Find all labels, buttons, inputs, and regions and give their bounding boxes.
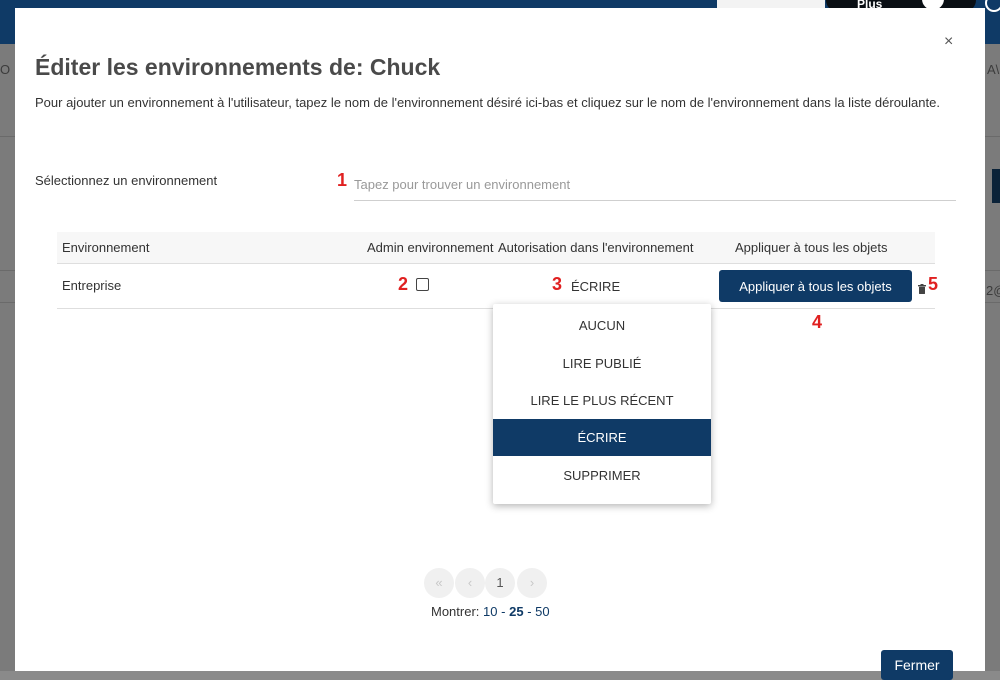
edit-environments-modal: × Éditer les environnements de: Chuck Po…	[15, 8, 985, 680]
background-text-fragment: A\	[987, 62, 1000, 77]
page-size-50[interactable]: 50	[535, 604, 549, 619]
annotation-marker-2: 2	[398, 274, 409, 294]
previous-page-button[interactable]: ‹	[455, 568, 485, 598]
close-icon[interactable]: ×	[944, 33, 953, 51]
permission-select[interactable]: ÉCRIRE	[571, 279, 620, 294]
page-size-separator: -	[501, 604, 506, 619]
page-size-25[interactable]: 25	[509, 604, 523, 619]
apply-to-all-objects-button[interactable]: Appliquer à tous les objets	[719, 270, 912, 302]
trash-icon[interactable]	[918, 281, 926, 299]
modal-description: Pour ajouter un environnement à l'utilis…	[35, 95, 940, 110]
annotation-marker-1: 1	[337, 170, 348, 190]
background-text-fragment: O	[0, 62, 11, 77]
background-text-fragment: 2@	[986, 283, 1000, 298]
environments-table-header: Environnement Admin environnement Autori…	[57, 232, 935, 264]
environment-search-input[interactable]	[354, 168, 956, 201]
dropdown-option-supprimer[interactable]: SUPPRIMER	[493, 457, 711, 494]
column-header-environment: Environnement	[62, 240, 150, 255]
first-page-button[interactable]: «	[424, 568, 454, 598]
dropdown-option-lire-plus-recent[interactable]: LIRE LE PLUS RÉCENT	[493, 382, 711, 419]
next-page-button[interactable]: ›	[517, 568, 547, 598]
page-size-selector: Montrer: 10 - 25 - 50	[431, 604, 550, 619]
column-header-permission: Autorisation dans l'environnement	[498, 240, 694, 255]
page-size-separator: -	[527, 604, 532, 619]
annotation-marker-4: 4	[812, 312, 823, 332]
select-environment-label: Sélectionnez un environnement	[35, 173, 218, 188]
dropdown-option-lire-publie[interactable]: LIRE PUBLIÉ	[493, 345, 711, 382]
close-button[interactable]: Fermer	[881, 650, 953, 680]
annotation-marker-5: 5	[928, 274, 939, 294]
modal-title: Éditer les environnements de: Chuck	[35, 54, 441, 80]
dropdown-option-aucun[interactable]: AUCUN	[493, 307, 711, 344]
page-size-10[interactable]: 10	[483, 604, 497, 619]
annotation-marker-3: 3	[552, 274, 563, 294]
background-button	[992, 169, 1000, 203]
permission-dropdown-menu: AUCUN LIRE PUBLIÉ LIRE LE PLUS RÉCENT ÉC…	[493, 304, 711, 504]
environment-name: Entreprise	[62, 278, 122, 293]
dropdown-option-ecrire[interactable]: ÉCRIRE	[493, 419, 711, 456]
column-header-admin: Admin environnement	[367, 240, 494, 255]
show-label: Montrer:	[431, 604, 480, 619]
table-row: Entreprise 2 3 ÉCRIRE Appliquer à tous l…	[57, 264, 939, 309]
column-header-apply-all: Appliquer à tous les objets	[735, 240, 888, 255]
admin-environment-checkbox[interactable]	[416, 278, 429, 291]
page-1-button[interactable]: 1	[485, 568, 515, 598]
